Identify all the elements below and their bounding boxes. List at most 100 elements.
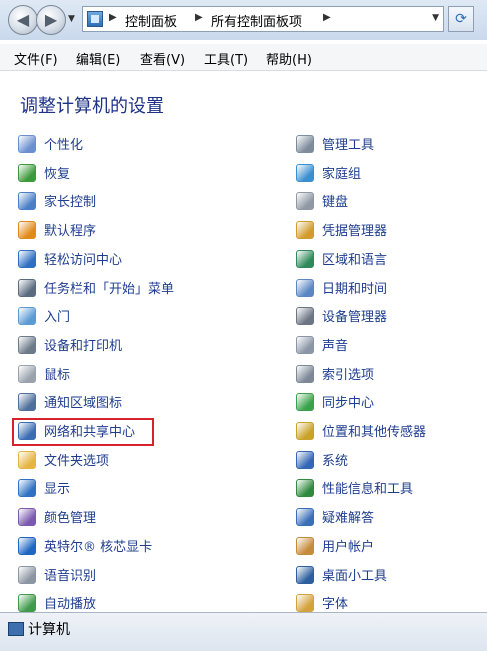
taskbar-icon	[18, 279, 36, 297]
location-sensors-icon	[296, 422, 314, 440]
control-panel-item[interactable]: 位置和其他传感器	[296, 419, 487, 443]
control-panel-item[interactable]: 入门	[18, 304, 228, 328]
getting-started-icon	[18, 307, 36, 325]
notification-area-icon	[18, 393, 36, 411]
control-panel-item[interactable]: 家庭组	[296, 161, 487, 185]
control-panel-icon	[87, 11, 103, 27]
control-panel-item[interactable]: 英特尔® 核芯显卡	[18, 534, 228, 558]
control-panel-item-label: 键盘	[322, 195, 349, 210]
control-panel-item-label: 自动播放	[44, 597, 97, 612]
control-panel-item-label: 管理工具	[322, 138, 375, 153]
color-management-icon	[18, 508, 36, 526]
control-panel-item[interactable]: 疑难解答	[296, 505, 487, 529]
menu-bar: 文件(F) 编辑(E) 查看(V) 工具(T) 帮助(H)	[0, 44, 487, 71]
menu-tools[interactable]: 工具(T)	[204, 49, 248, 68]
control-panel-item[interactable]: 默认程序	[18, 218, 228, 242]
control-panel-item-label: 索引选项	[322, 368, 375, 383]
control-panel-item[interactable]: 显示	[18, 476, 228, 500]
address-dropdown-icon[interactable]: ▼	[432, 13, 439, 23]
breadcrumb-control-panel[interactable]: 控制面板	[125, 11, 177, 30]
control-panel-item-label: 位置和其他传感器	[322, 425, 427, 440]
ease-of-access-icon	[18, 250, 36, 268]
control-panel-item[interactable]: 恢复	[18, 161, 228, 185]
control-panel-item[interactable]: 家长控制	[18, 189, 228, 213]
forward-button[interactable]: ▶	[36, 5, 66, 35]
control-panel-item-label: 设备和打印机	[44, 339, 123, 354]
control-panel-item-label: 英特尔® 核芯显卡	[44, 540, 153, 555]
control-panel-item[interactable]: 桌面小工具	[296, 563, 487, 587]
folder-options-icon	[18, 451, 36, 469]
control-panel-item-label: 疑难解答	[322, 511, 375, 526]
control-panel-item[interactable]: 颜色管理	[18, 505, 228, 529]
control-panel-item[interactable]: 同步中心	[296, 390, 487, 414]
control-panel-item[interactable]: 凭据管理器	[296, 218, 487, 242]
control-panel-item-label: 轻松访问中心	[44, 253, 123, 268]
control-panel-item[interactable]: 通知区域图标	[18, 390, 228, 414]
control-panel-item-label: 恢复	[44, 167, 71, 182]
control-panel-item-label: 桌面小工具	[322, 569, 388, 584]
menu-view[interactable]: 查看(V)	[140, 49, 185, 68]
control-panel-item[interactable]: 管理工具	[296, 132, 487, 156]
menu-help[interactable]: 帮助(H)	[266, 49, 312, 68]
control-panel-item-label: 家长控制	[44, 195, 97, 210]
breadcrumb-separator-icon[interactable]: ▶	[109, 12, 117, 23]
control-panel-item[interactable]: 任务栏和「开始」菜单	[18, 276, 228, 300]
refresh-button[interactable]: ⟳	[448, 6, 474, 32]
control-panel-item[interactable]: 语音识别	[18, 563, 228, 587]
parental-controls-icon	[18, 192, 36, 210]
recent-pages-dropdown-icon[interactable]: ▼	[68, 14, 75, 24]
control-panel-item-label: 显示	[44, 482, 71, 497]
control-panel-item[interactable]: 轻松访问中心	[18, 247, 228, 271]
control-panel-item[interactable]: 鼠标	[18, 362, 228, 386]
control-panel-item-label: 鼠标	[44, 368, 71, 383]
control-panel-item[interactable]: 设备和打印机	[18, 333, 228, 357]
control-panel-item[interactable]: 声音	[296, 333, 487, 357]
breadcrumb[interactable]: ▶ 控制面板 ▶ 所有控制面板项 ▶ ▼	[82, 6, 444, 32]
control-panel-item-label: 用户帐户	[322, 540, 375, 555]
control-panel-item-label: 凭据管理器	[322, 224, 388, 239]
device-manager-icon	[296, 307, 314, 325]
personalization-icon	[18, 135, 36, 153]
control-panel-item[interactable]: 个性化	[18, 132, 228, 156]
homegroup-icon	[296, 164, 314, 182]
credential-manager-icon	[296, 221, 314, 239]
control-panel-item[interactable]: 文件夹选项	[18, 448, 228, 472]
control-panel-item[interactable]: 系统	[296, 448, 487, 472]
sync-center-icon	[296, 393, 314, 411]
system-icon	[296, 451, 314, 469]
admin-tools-icon	[296, 135, 314, 153]
region-language-icon	[296, 250, 314, 268]
control-panel-item[interactable]: 键盘	[296, 189, 487, 213]
control-panel-item-label: 同步中心	[322, 396, 375, 411]
menu-file[interactable]: 文件(F)	[14, 49, 58, 68]
status-text: 计算机	[28, 622, 70, 638]
control-panel-item[interactable]: 日期和时间	[296, 276, 487, 300]
control-panel-item-label: 日期和时间	[322, 282, 388, 297]
control-panel-item[interactable]: 索引选项	[296, 362, 487, 386]
breadcrumb-separator-icon[interactable]: ▶	[195, 12, 203, 23]
recovery-icon	[18, 164, 36, 182]
autoplay-icon	[18, 594, 36, 612]
control-panel-item-label: 性能信息和工具	[322, 482, 414, 497]
intel-graphics-icon	[18, 537, 36, 555]
breadcrumb-separator-icon[interactable]: ▶	[323, 12, 331, 23]
control-panel-item-label: 入门	[44, 310, 71, 325]
computer-icon	[8, 622, 24, 636]
breadcrumb-all-items[interactable]: 所有控制面板项	[211, 11, 302, 30]
control-panel-item[interactable]: 设备管理器	[296, 304, 487, 328]
speech-recognition-icon	[18, 566, 36, 584]
control-panel-item[interactable]: 性能信息和工具	[296, 476, 487, 500]
control-panel-item-label: 语音识别	[44, 569, 97, 584]
control-panel-item[interactable]: 区域和语言	[296, 247, 487, 271]
devices-printers-icon	[18, 336, 36, 354]
page-title: 调整计算机的设置	[20, 96, 164, 117]
keyboard-icon	[296, 192, 314, 210]
forward-arrow-icon: ▶	[44, 10, 58, 29]
control-panel-item-label: 家庭组	[322, 167, 362, 182]
troubleshooting-icon	[296, 508, 314, 526]
back-button[interactable]: ◀	[8, 5, 38, 35]
control-panel-item-label: 设备管理器	[322, 310, 388, 325]
mouse-icon	[18, 365, 36, 383]
control-panel-item[interactable]: 用户帐户	[296, 534, 487, 558]
menu-edit[interactable]: 编辑(E)	[76, 49, 120, 68]
